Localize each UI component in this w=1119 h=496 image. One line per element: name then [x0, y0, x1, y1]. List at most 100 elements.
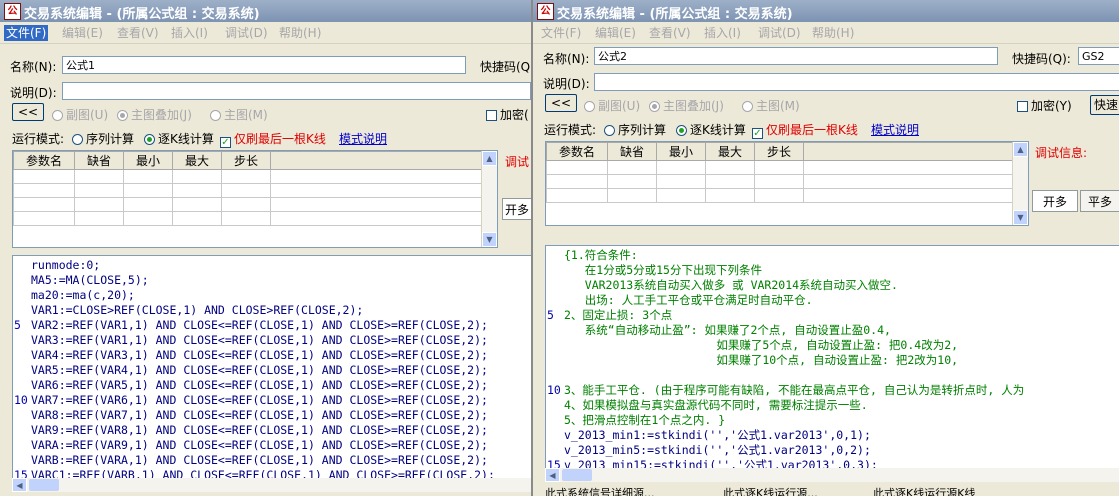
right-param-scrollbar[interactable]: ▲ ▼: [1012, 142, 1028, 225]
right-param-table[interactable]: 参数名 缺省 最小 最大 步长 ▲ ▼: [545, 141, 1029, 226]
left-run-kline-radio[interactable]: 逐K线计算: [144, 130, 214, 147]
right-code-editor[interactable]: {1.符合条件: 在1分或5分或15分下出现下列条件 VAR2013系统自动买入…: [545, 245, 1119, 469]
right-run-kline-radio[interactable]: 逐K线计算: [676, 121, 746, 138]
code-line[interactable]: 5 2、固定止损: 3个点: [546, 308, 1119, 323]
scroll-up-icon[interactable]: ▲: [482, 151, 497, 166]
code-line[interactable]: 4、如果模拟盘与真实盘源代码不同时, 需要标注提示一些.: [546, 398, 1119, 413]
param-col-max: 最大: [172, 151, 222, 170]
left-run-seq-radio[interactable]: 序列计算: [72, 130, 134, 147]
code-line[interactable]: v_2013_min1:=stkindi('','公式1.var2013',0,…: [546, 428, 1119, 443]
code-text: 2、固定止损: 3个点: [564, 308, 673, 322]
scroll-up-icon[interactable]: ▲: [1013, 142, 1028, 157]
right-fast-button[interactable]: 快速: [1090, 95, 1119, 115]
code-line[interactable]: 系统“自动移动止盈”: 如果赚了2个点, 自动设置止盈0.4,: [546, 323, 1119, 338]
code-line[interactable]: 如果赚了5个点, 自动设置止盈: 把0.4改为2,: [546, 338, 1119, 353]
right-menu-file[interactable]: 文件(F): [539, 25, 583, 41]
code-line[interactable]: 5 VAR2:=REF(VAR1,1) AND CLOSE<=REF(CLOSE,…: [13, 318, 531, 333]
scroll-left-icon[interactable]: ◀: [545, 468, 560, 482]
code-line[interactable]: VAR4:=REF(VAR3,1) AND CLOSE<=REF(CLOSE,1…: [13, 348, 531, 363]
code-line[interactable]: [546, 368, 1119, 383]
code-line[interactable]: 5、把滑点控制在1个点之内. }: [546, 413, 1119, 428]
right-menu-help[interactable]: 帮助(H): [810, 25, 856, 41]
code-text: 出场: 人工手工平仓或平仓满足时自动平仓.: [564, 293, 813, 307]
code-line[interactable]: 出场: 人工手工平仓或平仓满足时自动平仓.: [546, 293, 1119, 308]
radio-selected-icon: [144, 134, 155, 145]
right-mode-overlay[interactable]: 主图叠加(J): [649, 97, 724, 114]
left-tab-long[interactable]: 开多: [502, 198, 531, 220]
code-line[interactable]: {1.符合条件:: [546, 248, 1119, 263]
code-line[interactable]: VAR2013系统自动买入做多 或 VAR2014系统自动买入做空.: [546, 278, 1119, 293]
right-menu-debug[interactable]: 调试(D): [756, 25, 803, 41]
right-title-bar[interactable]: 公 交易系统编辑 - (所属公式组 : 交易系统): [533, 0, 1119, 22]
left-mode-main[interactable]: 主图(M): [210, 106, 268, 123]
code-text: {1.符合条件:: [564, 248, 638, 262]
line-number: 5: [547, 308, 554, 322]
left-menu-file[interactable]: 文件(F): [4, 25, 49, 41]
right-refresh-last-checkbox[interactable]: ✓ 仅刷最后一根K线: [752, 121, 858, 139]
right-desc-input[interactable]: [594, 73, 1119, 91]
right-code-hscrollbar[interactable]: ◀: [545, 468, 1119, 482]
left-mode-overlay[interactable]: 主图叠加(J): [117, 106, 192, 123]
left-code-hscrollbar[interactable]: ◀: [12, 478, 531, 492]
left-title-bar[interactable]: 公 交易系统编辑 - (所属公式组 : 交易系统): [0, 0, 531, 22]
radio-selected-icon: [676, 125, 687, 136]
right-tab-close-long[interactable]: 平多: [1080, 190, 1119, 212]
code-line[interactable]: VAR1:=CLOSE>REF(CLOSE,1) AND CLOSE>REF(C…: [13, 303, 531, 318]
code-line[interactable]: 如果赚了10个点, 自动设置止盈: 把2改为10,: [546, 353, 1119, 368]
code-line[interactable]: VAR3:=REF(VAR1,1) AND CLOSE<=REF(CLOSE,1…: [13, 333, 531, 348]
left-collapse-button[interactable]: <<: [12, 103, 44, 121]
left-menu-view[interactable]: 查看(V): [115, 25, 161, 41]
right-menu-insert[interactable]: 插入(I): [702, 25, 743, 41]
left-menu-debug[interactable]: 调试(D): [223, 25, 270, 41]
right-menu-view[interactable]: 查看(V): [647, 25, 693, 41]
left-menu-help[interactable]: 帮助(H): [277, 25, 323, 41]
code-text: VARA:=REF(VAR9,1) AND CLOSE<=REF(CLOSE,1…: [31, 438, 488, 452]
code-line[interactable]: 10 3、能手工平仓. (由于程序可能有缺陷, 不能在最高点平仓, 自己认为是转折…: [546, 383, 1119, 398]
scroll-thumb[interactable]: [29, 479, 59, 491]
right-name-input[interactable]: 公式2: [594, 47, 998, 65]
scroll-down-icon[interactable]: ▼: [1013, 210, 1028, 225]
left-encrypt-checkbox[interactable]: 加密(: [486, 106, 529, 123]
right-collapse-button[interactable]: <<: [545, 94, 577, 112]
left-param-scrollbar[interactable]: ▲ ▼: [481, 151, 497, 247]
right-mode-help-link[interactable]: 模式说明: [871, 121, 919, 138]
scroll-down-icon[interactable]: ▼: [482, 232, 497, 247]
radio-icon: [604, 125, 615, 136]
code-line[interactable]: 10 VAR7:=REF(VAR6,1) AND CLOSE<=REF(CLOSE…: [13, 393, 531, 408]
right-run-seq-radio[interactable]: 序列计算: [604, 121, 666, 138]
right-run-mode-label: 运行模式:: [544, 123, 597, 137]
left-code-editor[interactable]: runmode:0; MA5:=MA(CLOSE,5); ma20:=ma(c,20…: [12, 255, 531, 479]
left-menu-edit[interactable]: 编辑(E): [60, 25, 105, 41]
right-menu-edit[interactable]: 编辑(E): [593, 25, 638, 41]
left-name-input[interactable]: 公式1: [62, 56, 466, 74]
code-line[interactable]: VAR5:=REF(VAR4,1) AND CLOSE<=REF(CLOSE,1…: [13, 363, 531, 378]
code-line[interactable]: VARB:=REF(VARA,1) AND CLOSE<=REF(CLOSE,1…: [13, 453, 531, 468]
code-line[interactable]: VARA:=REF(VAR9,1) AND CLOSE<=REF(CLOSE,1…: [13, 438, 531, 453]
radio-icon: [584, 101, 595, 112]
code-line[interactable]: VAR6:=REF(VAR5,1) AND CLOSE<=REF(CLOSE,1…: [13, 378, 531, 393]
right-mode-main[interactable]: 主图(M): [742, 97, 800, 114]
left-mode-sub[interactable]: 副图(U): [52, 106, 108, 123]
code-line[interactable]: 在1分或5分或15分下出现下列条件: [546, 263, 1119, 278]
right-tab-open-long[interactable]: 开多: [1032, 190, 1078, 212]
code-text: 3、能手工平仓. (由于程序可能有缺陷, 不能在最高点平仓, 自己认为是转折点时…: [564, 383, 1025, 397]
left-menu-insert[interactable]: 插入(I): [169, 25, 210, 41]
code-line[interactable]: ma20:=ma(c,20);: [13, 288, 531, 303]
code-text: ma20:=ma(c,20);: [31, 288, 135, 302]
code-line[interactable]: VAR8:=REF(VAR7,1) AND CLOSE<=REF(CLOSE,1…: [13, 408, 531, 423]
code-text: 如果赚了5个点, 自动设置止盈: 把0.4改为2,: [564, 338, 959, 352]
code-line[interactable]: VAR9:=REF(VAR8,1) AND CLOSE<=REF(CLOSE,1…: [13, 423, 531, 438]
scroll-left-icon[interactable]: ◀: [12, 478, 27, 492]
left-param-table[interactable]: 参数名 缺省 最小 最大 步长 ▲ ▼: [12, 150, 498, 248]
left-desc-input[interactable]: [62, 82, 531, 100]
right-hotkey-input[interactable]: GS2: [1078, 47, 1119, 65]
left-refresh-last-checkbox[interactable]: ✓ 仅刷最后一根K线: [220, 130, 326, 148]
right-mode-sub[interactable]: 副图(U): [584, 97, 640, 114]
code-line[interactable]: v_2013_min5:=stkindi('','公式1.var2013',0,…: [546, 443, 1119, 458]
scroll-thumb[interactable]: [562, 469, 592, 481]
left-mode-help-link[interactable]: 模式说明: [339, 130, 387, 147]
code-text: VAR6:=REF(VAR5,1) AND CLOSE<=REF(CLOSE,1…: [31, 378, 488, 392]
code-line[interactable]: runmode:0;: [13, 258, 531, 273]
code-line[interactable]: MA5:=MA(CLOSE,5);: [13, 273, 531, 288]
right-encrypt-checkbox[interactable]: 加密(Y): [1017, 97, 1072, 114]
